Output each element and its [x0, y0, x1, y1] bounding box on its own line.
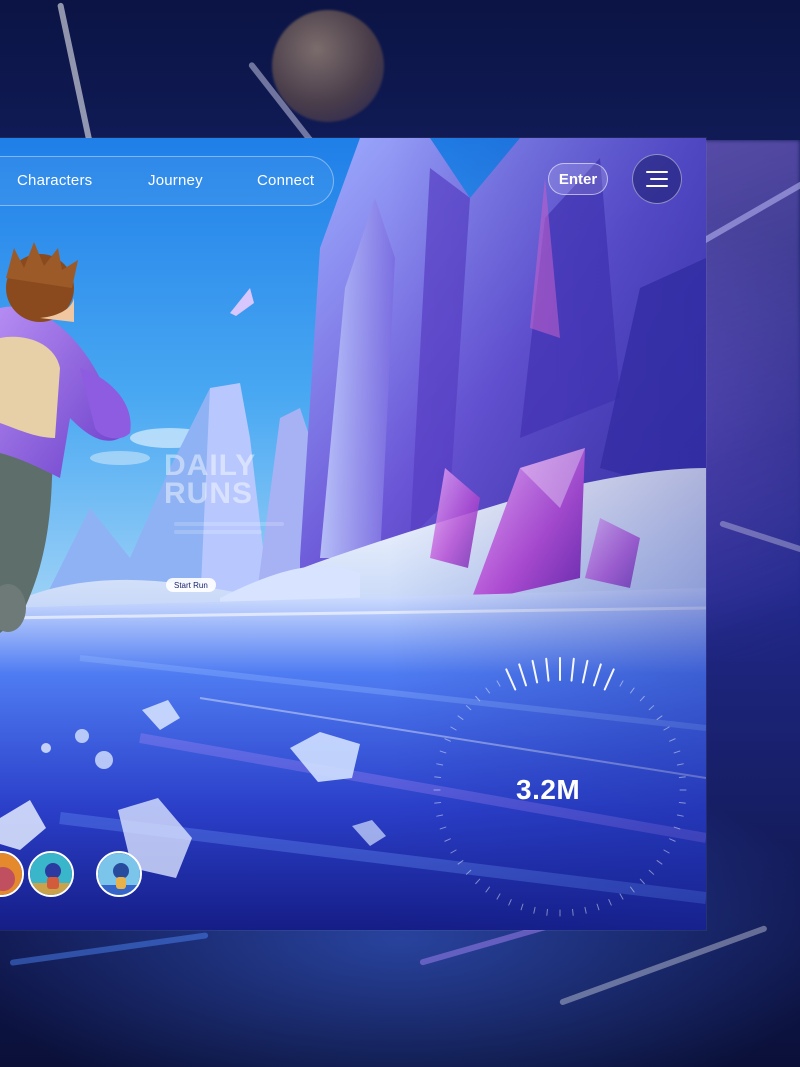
gauge-tick — [546, 908, 548, 916]
speed-streak — [9, 932, 209, 966]
hero-title-line-2: RUNS — [164, 477, 254, 510]
menu-button[interactable] — [632, 154, 682, 204]
character-avatar-2[interactable] — [28, 851, 74, 897]
character-avatar-3[interactable] — [96, 851, 142, 897]
gauge-tick — [572, 908, 574, 916]
gauge-tick — [434, 802, 442, 804]
hero-title-line-1: DAILY — [164, 449, 257, 482]
start-run-button[interactable]: Start Run — [166, 578, 216, 592]
nav-link-connect[interactable]: Connect — [257, 172, 314, 189]
hero-illustration — [0, 138, 706, 930]
hamburger-menu-icon — [646, 171, 668, 187]
hero-subtitle-placeholder — [174, 522, 284, 526]
hero-card — [0, 138, 706, 930]
speed-streak — [57, 2, 97, 161]
enter-button[interactable]: Enter — [548, 163, 608, 195]
planet-decoration — [272, 10, 384, 122]
nav-link-characters[interactable]: Characters — [17, 172, 92, 189]
stat-value: 3.2M — [516, 774, 581, 805]
speed-streak — [558, 924, 768, 1006]
gauge-tick — [678, 802, 686, 804]
gauge-tick — [678, 776, 686, 778]
nav-link-journey[interactable]: Journey — [148, 172, 203, 189]
hero-title: DAILY RUNS — [164, 449, 257, 510]
hero-subtitle-placeholder — [174, 530, 262, 534]
gauge-tick — [434, 776, 442, 778]
